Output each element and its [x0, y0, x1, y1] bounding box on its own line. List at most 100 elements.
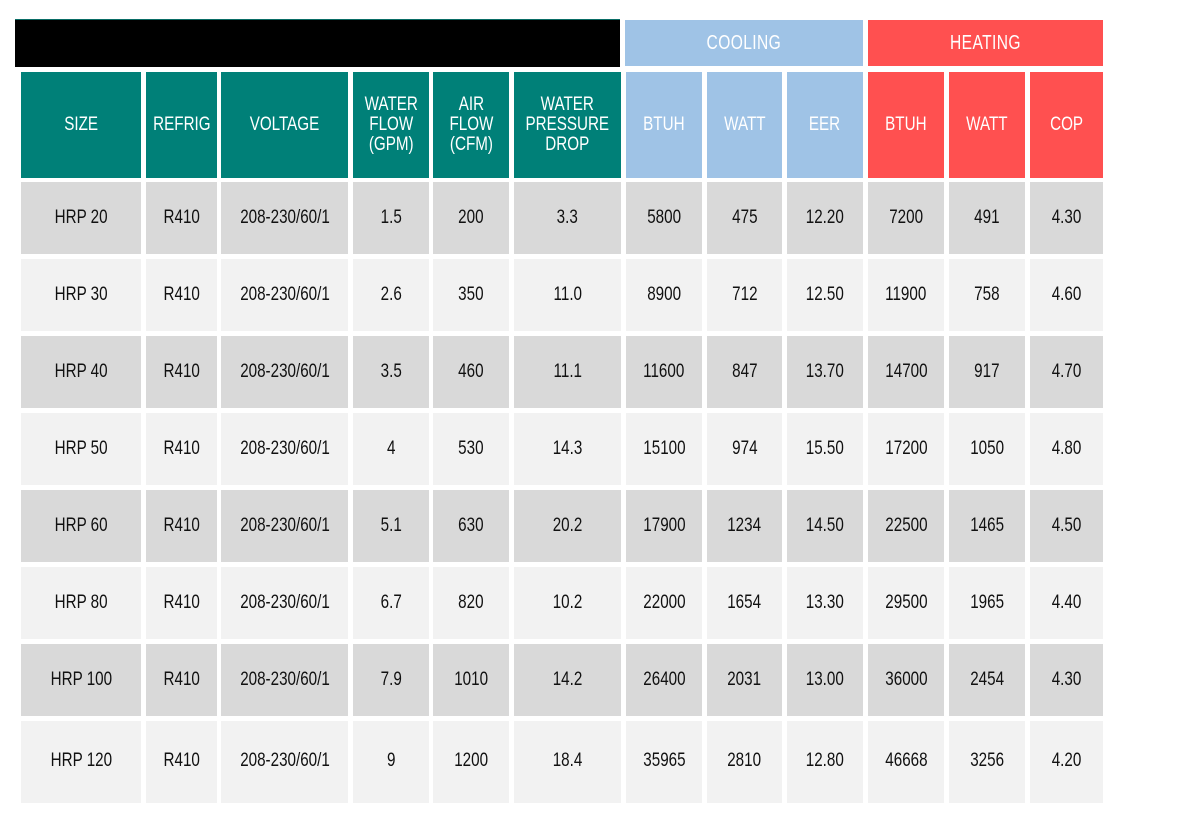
- table-cell: 630: [433, 490, 509, 562]
- table-cell: R410: [146, 721, 217, 803]
- cell-value: 1465: [970, 515, 1004, 536]
- cell-value: 1654: [727, 592, 762, 613]
- table-cell: 208-230/60/1: [221, 413, 348, 485]
- table-cell: R410: [146, 490, 217, 562]
- column-header-label: BTUH: [643, 114, 685, 135]
- cooling-group-label: COOLING: [706, 31, 782, 54]
- table-cell: 2454: [949, 644, 1025, 716]
- table-cell: 208-230/60/1: [221, 644, 348, 716]
- cell-value: 36000: [884, 669, 928, 690]
- cell-value: 208-230/60/1: [239, 438, 330, 459]
- cell-value: 847: [731, 361, 758, 382]
- column-header: VOLTAGE: [221, 72, 348, 178]
- table-cell: 1234: [707, 490, 782, 562]
- column-header-label: WATER PRESSURE DROP: [525, 94, 610, 155]
- cell-value: 26400: [642, 669, 686, 690]
- table-cell: 847: [707, 336, 782, 408]
- cell-value: 208-230/60/1: [239, 361, 330, 382]
- cell-value: 2031: [727, 669, 762, 690]
- cell-value: 4.40: [1051, 592, 1082, 613]
- table-cell: 8900: [626, 259, 702, 331]
- cell-value: 15.50: [805, 438, 845, 459]
- table-cell: 6.7: [353, 567, 429, 639]
- cell-value: 14.2: [552, 669, 583, 690]
- table-cell: 11900: [868, 259, 944, 331]
- cell-value: 9: [386, 750, 396, 771]
- cell-value: 630: [458, 515, 484, 536]
- cell-value: 17200: [884, 438, 928, 459]
- cell-value: R410: [163, 750, 200, 771]
- table-cell: 3.3: [514, 182, 621, 254]
- table-cell: 2810: [707, 721, 782, 803]
- table-cell: R410: [146, 259, 217, 331]
- cell-value: 6.7: [380, 592, 402, 613]
- table-cell: 460: [433, 336, 509, 408]
- table-cell: 4.80: [1030, 413, 1103, 485]
- cell-value: 350: [458, 284, 484, 305]
- title-bar-redacted: [15, 19, 620, 67]
- cell-value: 475: [731, 207, 758, 228]
- table-cell: 200: [433, 182, 509, 254]
- table-cell: 13.70: [787, 336, 863, 408]
- column-header: AIR FLOW (CFM): [433, 72, 509, 178]
- cell-value: 4.20: [1051, 750, 1082, 771]
- table-cell: 7200: [868, 182, 944, 254]
- table-cell: 9: [353, 721, 429, 803]
- cell-value: 974: [731, 438, 758, 459]
- column-header: EER: [787, 72, 863, 178]
- cell-value: HRP 60: [54, 515, 108, 536]
- column-header-label: REFRIG: [152, 114, 211, 135]
- table-cell: 4.30: [1030, 182, 1103, 254]
- cell-value: 2454: [970, 669, 1004, 690]
- table-cell: 17200: [868, 413, 944, 485]
- cell-value: 2.6: [380, 284, 402, 305]
- column-header: WATER PRESSURE DROP: [514, 72, 621, 178]
- table-cell: 18.4: [514, 721, 621, 803]
- cell-value: R410: [163, 207, 200, 228]
- cell-value: 1965: [970, 592, 1004, 613]
- table-cell: 36000: [868, 644, 944, 716]
- table-cell: 22000: [626, 567, 702, 639]
- cell-value: R410: [163, 361, 200, 382]
- cell-value: 11900: [885, 284, 927, 305]
- table-cell: 208-230/60/1: [221, 182, 348, 254]
- cell-value: HRP 50: [54, 438, 108, 459]
- table-cell: 20.2: [514, 490, 621, 562]
- cell-value: 11.0: [553, 284, 582, 305]
- cell-value: 1.5: [380, 207, 402, 228]
- table-cell: R410: [146, 567, 217, 639]
- table-cell: 46668: [868, 721, 944, 803]
- cell-value: 13.00: [805, 669, 845, 690]
- table-cell: 1010: [433, 644, 509, 716]
- cell-value: R410: [163, 592, 200, 613]
- cell-value: 35965: [642, 750, 686, 771]
- table-cell: 11.1: [514, 336, 621, 408]
- cell-value: 3.3: [556, 207, 579, 228]
- table-cell: 4.60: [1030, 259, 1103, 331]
- column-header: COP: [1030, 72, 1103, 178]
- table-cell: 4.40: [1030, 567, 1103, 639]
- column-header-label: VOLTAGE: [249, 114, 320, 135]
- table-cell: HRP 30: [21, 259, 141, 331]
- cell-value: 4.60: [1051, 284, 1082, 305]
- cell-value: 46668: [884, 750, 928, 771]
- cell-value: 758: [974, 284, 1000, 305]
- column-header-label: AIR FLOW (CFM): [449, 94, 493, 155]
- table-cell: 4.50: [1030, 490, 1103, 562]
- table-cell: 2031: [707, 644, 782, 716]
- table-cell: 15100: [626, 413, 702, 485]
- column-header: BTUH: [868, 72, 944, 178]
- cell-value: 917: [974, 361, 1000, 382]
- cell-value: 8900: [647, 284, 681, 305]
- cell-value: 3.5: [380, 361, 402, 382]
- table-cell: 917: [949, 336, 1025, 408]
- table-cell: 14.50: [787, 490, 863, 562]
- cell-value: 820: [458, 592, 484, 613]
- table-cell: 29500: [868, 567, 944, 639]
- table-cell: 35965: [626, 721, 702, 803]
- cell-value: 12.80: [805, 750, 845, 771]
- table-cell: 14.2: [514, 644, 621, 716]
- table-cell: 5800: [626, 182, 702, 254]
- cell-value: 208-230/60/1: [239, 207, 330, 228]
- column-header-label: COP: [1050, 114, 1083, 135]
